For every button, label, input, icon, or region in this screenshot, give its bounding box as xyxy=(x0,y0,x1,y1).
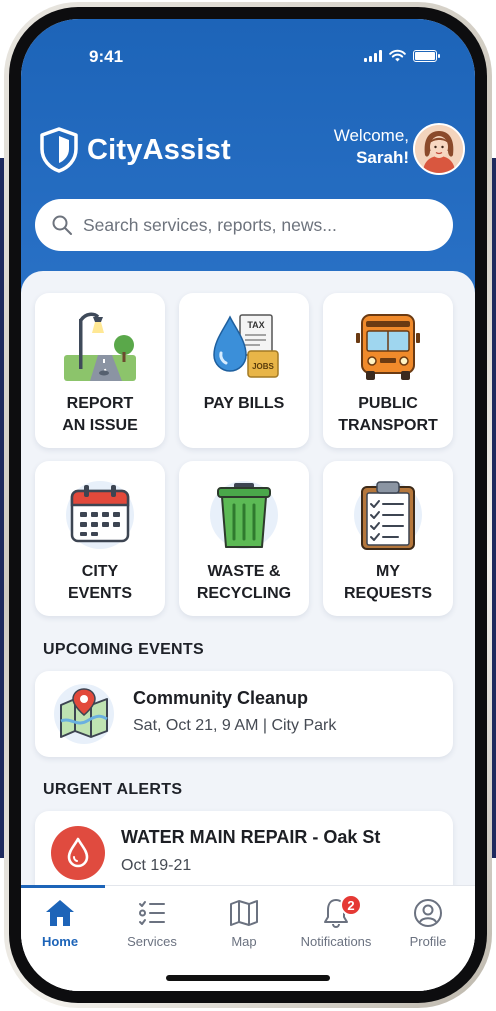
tab-notifications[interactable]: 2 Notifications xyxy=(291,894,381,949)
search-icon xyxy=(52,215,72,235)
city-events-label: CITY EVENTS xyxy=(67,563,132,602)
welcome-message: Welcome, Sarah! xyxy=(334,125,409,169)
welcome-greeting: Welcome, xyxy=(333,126,409,145)
calendar-icon xyxy=(66,481,134,549)
home-icon xyxy=(46,900,74,926)
phone-frame: 9:41 CityAssist Welcome, Sarah! Search s… xyxy=(4,2,492,1008)
battery-icon xyxy=(413,49,440,62)
status-icons xyxy=(364,49,440,62)
active-tab-indicator xyxy=(21,885,105,888)
notification-badge: 2 xyxy=(340,894,362,916)
shield-logo-icon xyxy=(40,127,78,173)
bottom-tab-bar: Home Services Map 2 Notifications Profil… xyxy=(21,885,475,991)
app-name: CityAssist xyxy=(87,133,231,166)
user-avatar-icon xyxy=(415,125,463,173)
pay-bills-tile[interactable]: TAX JOBS PAY BILLS xyxy=(179,293,309,448)
pay-bills-label: PAY BILLS xyxy=(203,395,285,412)
alert-title: WATER MAIN REPAIR - Oak St xyxy=(121,827,381,847)
tab-map-label: Map xyxy=(231,934,257,949)
my-requests-tile[interactable]: MY REQUESTS xyxy=(323,461,453,616)
avatar[interactable] xyxy=(413,123,465,175)
waste-recycling-label: WASTE & RECYCLING xyxy=(196,563,292,602)
tax-label: TAX xyxy=(247,320,264,330)
map-icon xyxy=(230,900,258,926)
tab-profile-label: Profile xyxy=(409,934,447,949)
public-transport-tile[interactable]: PUBLIC TRANSPORT xyxy=(323,293,453,448)
tab-notifications-label: Notifications xyxy=(300,934,372,949)
search-bar[interactable]: Search services, reports, news... xyxy=(35,199,453,251)
tab-map[interactable]: Map xyxy=(199,896,289,949)
public-transport-label: PUBLIC TRANSPORT xyxy=(338,395,438,434)
main-content: REPORT AN ISSUE TAX JOBS PAY BILLS PUBLI… xyxy=(21,271,475,991)
report-issue-tile[interactable]: REPORT AN ISSUE xyxy=(35,293,165,448)
water-drop-alert-icon xyxy=(51,826,105,880)
home-indicator xyxy=(166,975,330,981)
urgent-alerts-heading: URGENT ALERTS xyxy=(43,781,183,798)
brand: CityAssist xyxy=(39,127,231,173)
city-events-tile[interactable]: CITY EVENTS xyxy=(35,461,165,616)
tab-services[interactable]: Services xyxy=(107,896,197,949)
tab-home-label: Home xyxy=(41,934,79,949)
profile-icon xyxy=(414,899,442,927)
alert-dates: Oct 19-21 xyxy=(121,857,192,874)
status-time: 9:41 xyxy=(89,47,124,66)
event-title: Community Cleanup xyxy=(133,688,309,708)
cellular-signal-icon xyxy=(364,49,382,62)
upcoming-events-heading: UPCOMING EVENTS xyxy=(43,641,204,658)
phone-bezel: 9:41 CityAssist Welcome, Sarah! Search s… xyxy=(9,7,487,1003)
event-card[interactable]: Community Cleanup Sat, Oct 21, 9 AM | Ci… xyxy=(35,671,453,757)
trash-bin-icon xyxy=(210,481,278,549)
bus-icon xyxy=(356,314,420,380)
tab-home[interactable]: Home xyxy=(21,896,105,949)
water-drop-tax-bill-icon: TAX JOBS xyxy=(213,314,279,378)
welcome-username: Sarah! xyxy=(356,148,409,168)
waste-recycling-tile[interactable]: WASTE & RECYCLING xyxy=(179,461,309,616)
tab-services-label: Services xyxy=(127,934,177,949)
services-list-icon xyxy=(139,901,165,925)
app-screen: 9:41 CityAssist Welcome, Sarah! Search s… xyxy=(21,19,475,991)
my-requests-label: MY REQUESTS xyxy=(343,563,432,602)
report-issue-label: REPORT AN ISSUE xyxy=(62,395,138,434)
streetlight-park-icon xyxy=(64,312,136,381)
map-pin-icon xyxy=(54,684,114,744)
wifi-icon xyxy=(389,49,406,62)
search-input[interactable]: Search services, reports, news... xyxy=(83,215,337,236)
tab-profile[interactable]: Profile xyxy=(383,896,473,949)
event-details: Sat, Oct 21, 9 AM | City Park xyxy=(133,717,337,734)
clipboard-checklist-icon xyxy=(354,481,422,550)
jobs-label: JOBS xyxy=(252,362,274,371)
